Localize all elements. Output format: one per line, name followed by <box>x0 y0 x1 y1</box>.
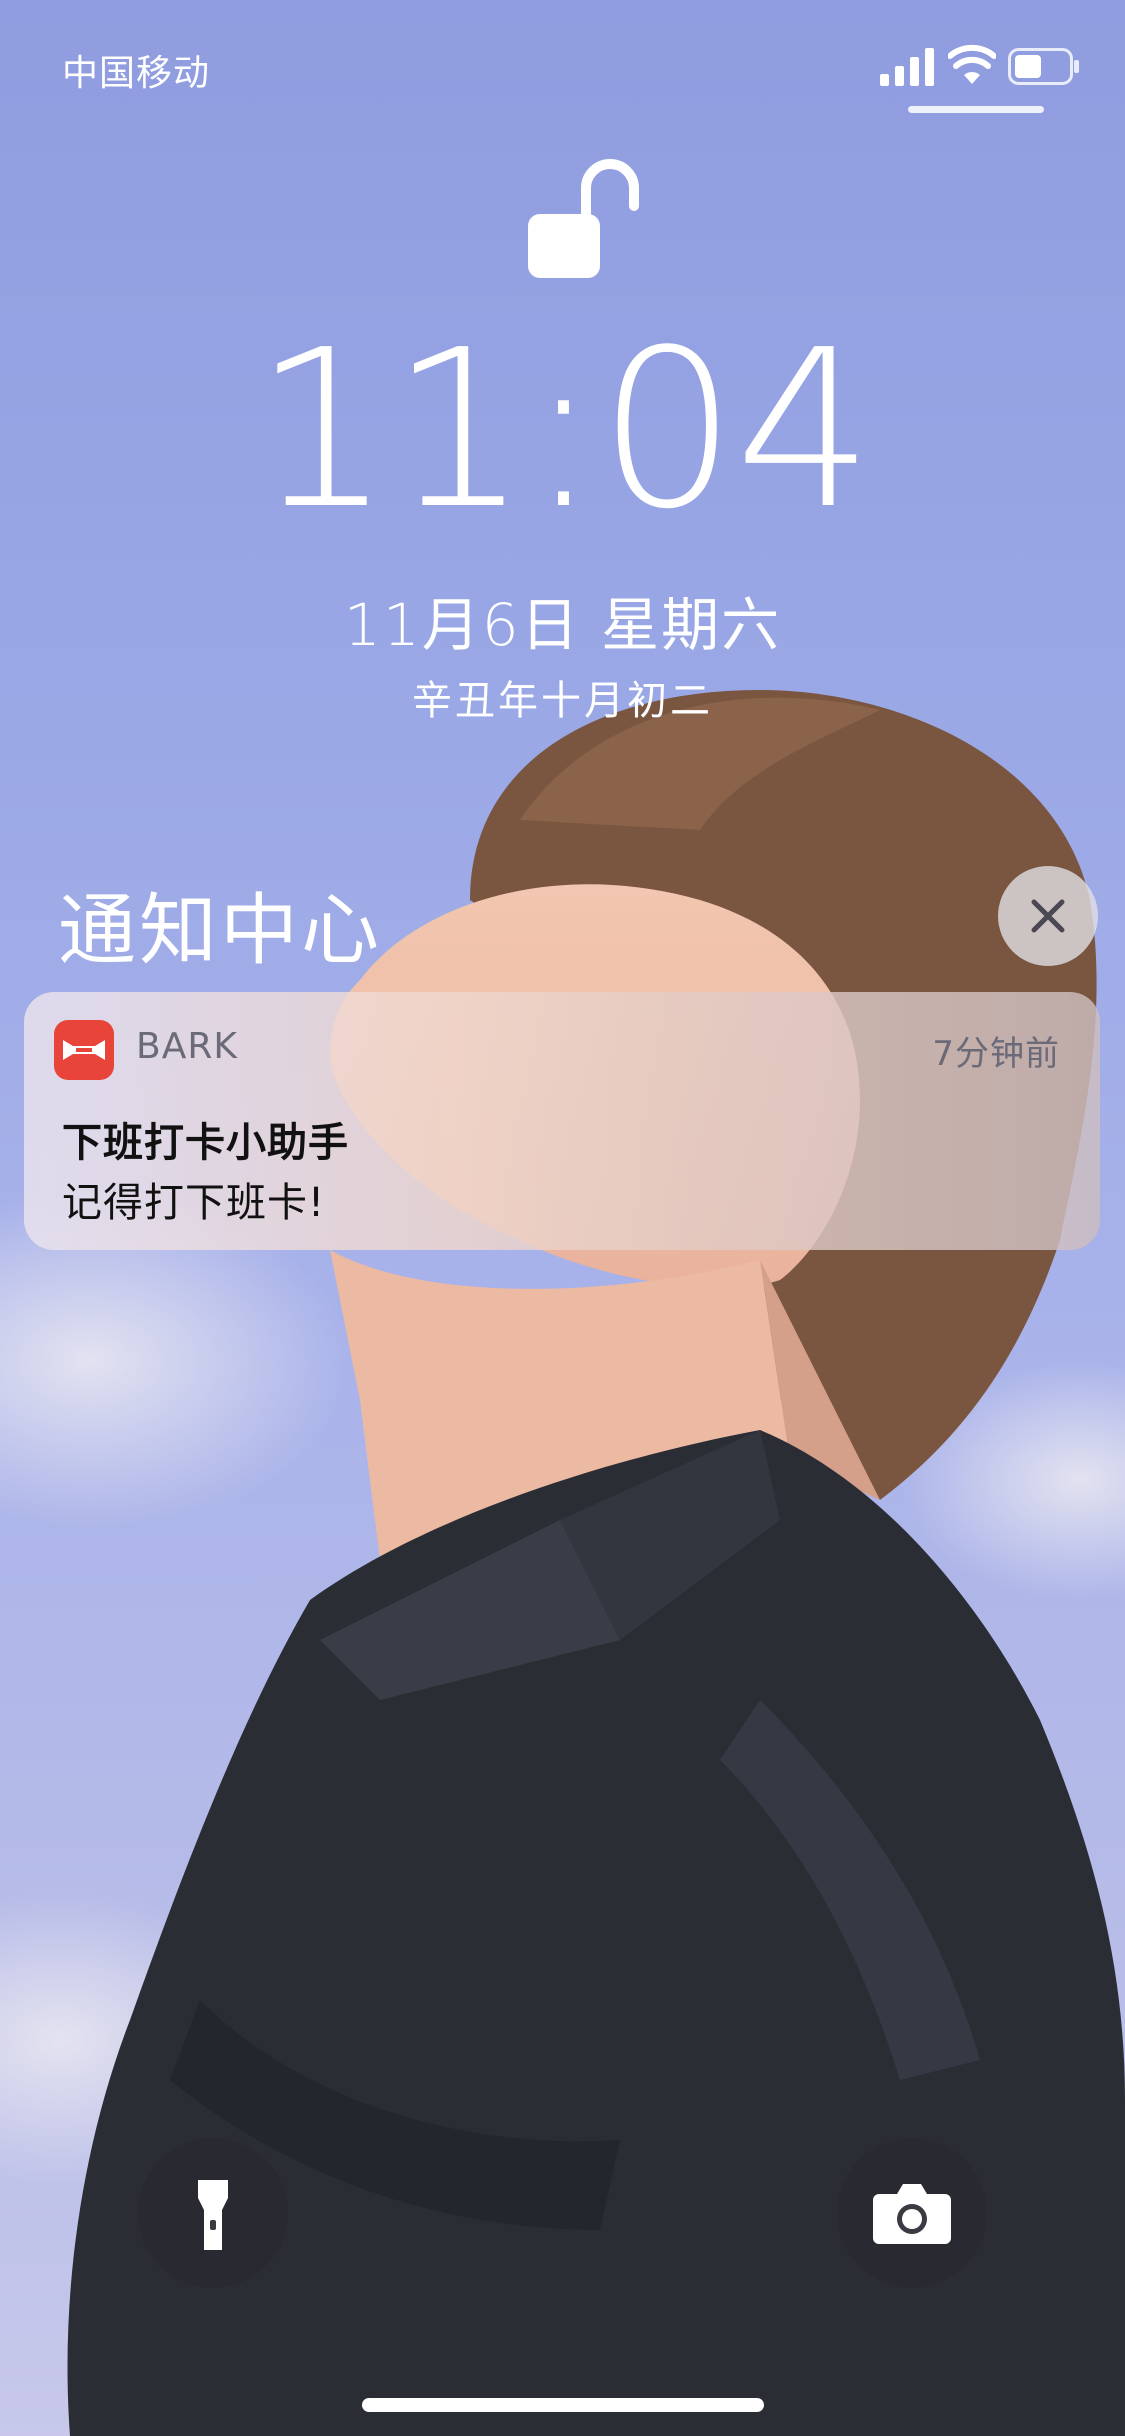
notification-center-title: 通知中心 <box>58 886 383 976</box>
signal-icon <box>880 48 934 86</box>
camera-button[interactable] <box>837 2138 987 2288</box>
control-center-handle[interactable] <box>908 106 1044 113</box>
wifi-icon <box>948 44 996 84</box>
battery-icon <box>1008 48 1079 85</box>
close-icon <box>1031 899 1065 933</box>
notification-card[interactable]: BARK 7分钟前 下班打卡小助手 记得打下班卡! <box>24 992 1100 1250</box>
clear-notifications-button[interactable] <box>998 866 1098 966</box>
notification-title: 下班打卡小助手 <box>62 1120 349 1166</box>
home-indicator[interactable] <box>362 2398 764 2412</box>
status-bar: 中国移动 <box>0 0 1125 140</box>
carrier-label: 中国移动 <box>62 53 211 94</box>
lunar-date: 辛丑年十月初二 <box>412 678 713 724</box>
unlocked-padlock-icon <box>528 159 639 278</box>
lock-screen-time: 11:04 <box>253 304 873 557</box>
bark-app-icon <box>54 1020 114 1080</box>
flashlight-icon <box>198 2180 228 2250</box>
notification-app-name: BARK <box>136 1026 238 1067</box>
notification-time: 7分钟前 <box>932 1034 1060 1074</box>
notification-body: 记得打下班卡! <box>62 1180 326 1226</box>
camera-icon <box>873 2184 951 2244</box>
lock-screen-date: 11月6日 星期六 <box>343 591 782 659</box>
flashlight-button[interactable] <box>138 2138 288 2288</box>
